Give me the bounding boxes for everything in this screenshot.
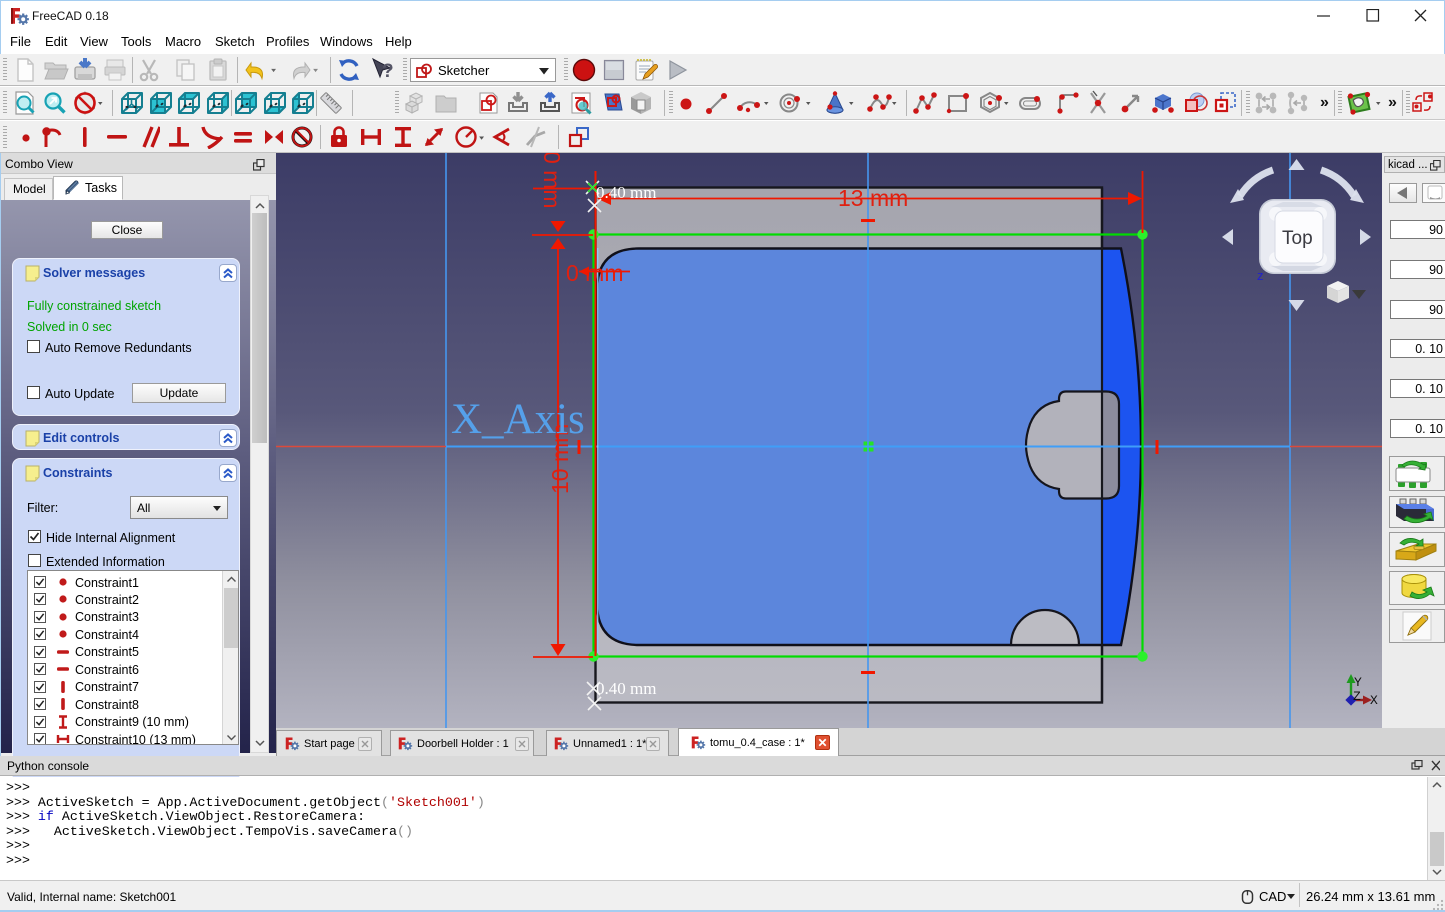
svg-text:0.40 mm: 0.40 mm [596,679,656,698]
svg-text:X_Axis: X_Axis [451,396,585,443]
svg-text:0 mm: 0 mm [566,260,624,286]
svg-text:z: z [1257,268,1264,283]
svg-text:0.40 mm: 0.40 mm [539,153,565,208]
svg-text:13 mm: 13 mm [838,185,908,211]
svg-text:Z: Z [1353,689,1361,704]
svg-text:X: X [1370,693,1378,708]
svg-text:Top: Top [1282,228,1313,249]
svg-text:?: ? [382,61,394,82]
svg-text:Y: Y [1354,675,1362,690]
svg-text:0.40 mm: 0.40 mm [596,183,656,202]
